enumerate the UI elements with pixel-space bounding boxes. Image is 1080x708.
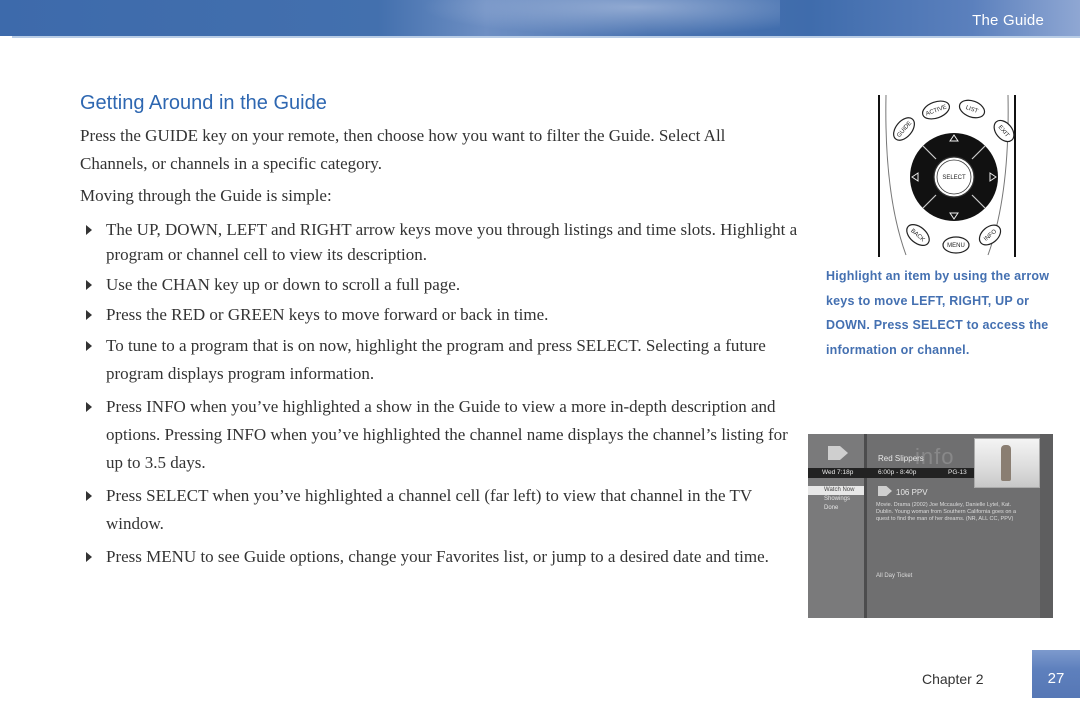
intro-subtitle: Moving through the Guide is simple: xyxy=(80,186,332,205)
bullet-triangle-icon xyxy=(86,402,92,412)
menu-option[interactable]: Done xyxy=(808,504,864,513)
info-button: INFO xyxy=(978,224,1002,246)
instruction-list: The UP, DOWN, LEFT and RIGHT arrow keys … xyxy=(84,217,804,576)
time-range: 6:00p - 8:40p xyxy=(878,469,917,476)
bullet-triangle-icon xyxy=(86,491,92,501)
menu-button: MENU xyxy=(942,236,970,254)
guide-info-screenshot: info Red Slippers Wed 7:18p 6:00p - 8:40… xyxy=(808,434,1053,618)
bullet-triangle-icon xyxy=(86,280,92,290)
section-title: The Guide xyxy=(972,12,1044,29)
list-item: Use the CHAN key up or down to scroll a … xyxy=(84,272,804,297)
svg-text:MENU: MENU xyxy=(947,243,965,249)
bullet-triangle-icon xyxy=(86,552,92,562)
bullet-triangle-icon xyxy=(86,310,92,320)
day-time: Wed 7:18p xyxy=(822,469,854,476)
menu-option[interactable]: Watch Now xyxy=(808,486,864,495)
select-button: SELECT xyxy=(942,175,966,181)
guide-button: GUIDE xyxy=(893,117,915,141)
section-header-bar: The Guide xyxy=(0,0,1080,36)
remote-control-illustration: ACTIVE LIST GUIDE EXIT SELECT BACK MENU … xyxy=(878,95,1016,257)
tv-options-menu: Watch Now Showings Done xyxy=(808,486,864,513)
ticket-label: All Day Ticket xyxy=(876,573,913,579)
program-thumbnail xyxy=(974,438,1040,488)
rating: PG-13 xyxy=(948,469,967,476)
page-number: 27 xyxy=(1032,650,1080,698)
thumbnail-figure xyxy=(1001,445,1011,481)
list-button: LIST xyxy=(958,99,986,119)
list-item: Press INFO when you’ve highlighted a sho… xyxy=(84,393,804,477)
menu-option[interactable]: Showings xyxy=(808,495,864,504)
tv-left-panel xyxy=(808,434,864,618)
active-button: ACTIVE xyxy=(921,100,951,120)
tv-divider xyxy=(864,434,867,618)
remote-caption: Highlight an item by using the arrow key… xyxy=(826,269,1050,357)
list-item: To tune to a program that is on now, hig… xyxy=(84,332,804,388)
channel-label: 106 PPV xyxy=(896,488,928,497)
page-heading: Getting Around in the Guide xyxy=(80,92,327,114)
list-item: The UP, DOWN, LEFT and RIGHT arrow keys … xyxy=(84,217,804,267)
list-item: Press SELECT when you’ve highlighted a c… xyxy=(84,482,804,538)
intro-paragraph: Press the GUIDE key on your remote, then… xyxy=(80,126,726,173)
exit-button: EXIT xyxy=(993,119,1015,143)
chapter-label: Chapter 2 xyxy=(922,671,984,687)
list-item: Press MENU to see Guide options, change … xyxy=(84,543,804,571)
program-title: Red Slippers xyxy=(878,454,924,463)
back-button: BACK xyxy=(906,224,930,246)
bullet-triangle-icon xyxy=(86,341,92,351)
tv-right-edge xyxy=(1040,434,1053,618)
channel-logo-icon xyxy=(878,486,892,496)
header-divider xyxy=(12,36,1080,38)
list-item: Press the RED or GREEN keys to move forw… xyxy=(84,302,804,327)
program-description: Movie. Drama (2002) Joe Mccauley, Daniel… xyxy=(876,502,1017,522)
bullet-triangle-icon xyxy=(86,225,92,235)
